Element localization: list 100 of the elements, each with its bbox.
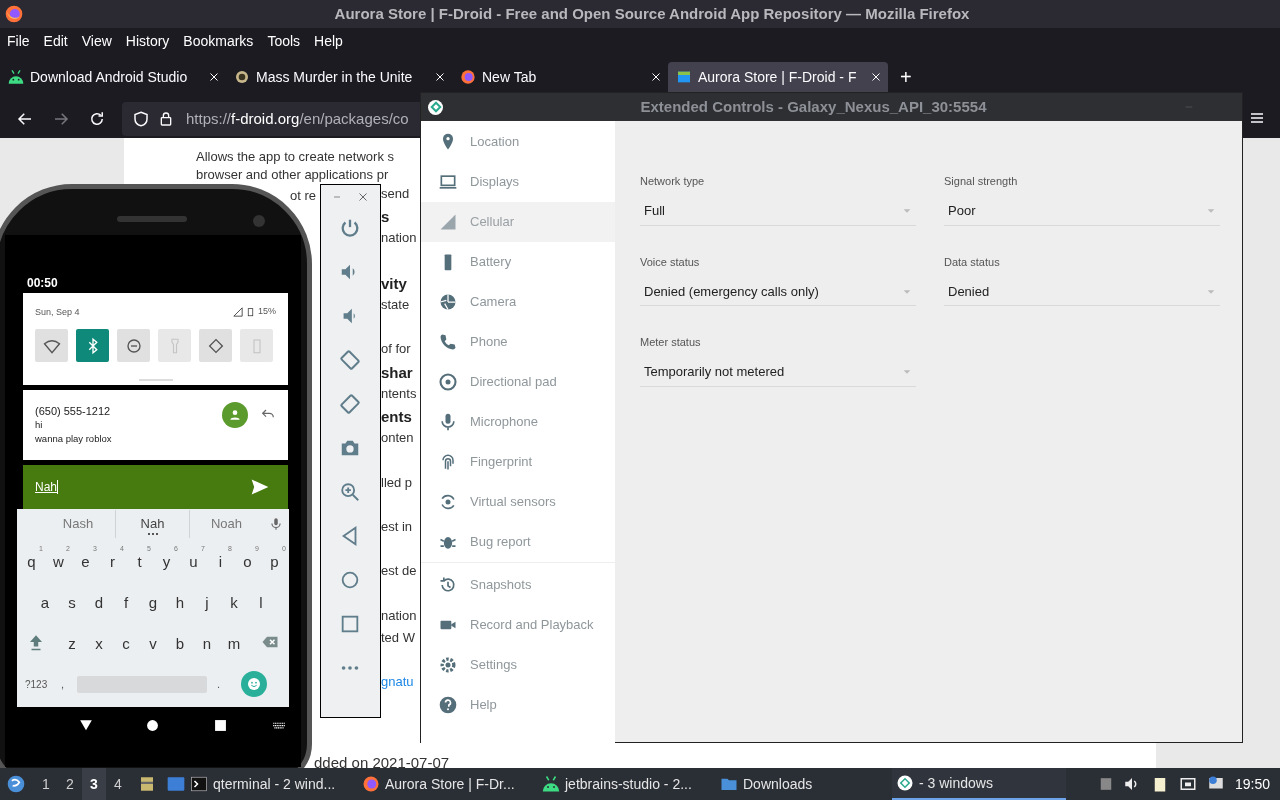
rotate-left-icon[interactable] [339, 349, 361, 371]
dropdown-field[interactable]: Denied [944, 278, 1220, 306]
text-fragment: send [381, 186, 410, 202]
menu-icon[interactable] [1249, 110, 1265, 126]
dropdown-field[interactable]: Denied (emergency calls only) [640, 278, 916, 306]
emoji-button[interactable] [241, 671, 267, 697]
dropdown-field[interactable]: Temporarily not metered [640, 358, 916, 387]
taskbar-button[interactable]: jetbrains-studio - 2... [538, 768, 716, 800]
rotate-right-icon[interactable] [339, 393, 361, 415]
taskbar-button[interactable]: Downloads [716, 768, 886, 800]
rotate-icon [206, 336, 225, 355]
quick-tile[interactable] [76, 329, 109, 362]
text-fragment: ted W [381, 630, 415, 646]
reply-field[interactable]: Nah [23, 465, 288, 509]
microphone-icon [438, 412, 458, 432]
taskbar-button[interactable]: Aurora Store | F-Dr... [358, 768, 538, 800]
date-label: Sun, Sep 4 [35, 306, 80, 319]
signal-icon [233, 306, 243, 317]
close-icon[interactable] [434, 71, 446, 83]
file-manager-icon[interactable] [138, 775, 156, 793]
gear-icon [438, 655, 458, 675]
browser-tab[interactable]: Mass Murder in the Unite [226, 62, 452, 92]
browser-logo-icon [460, 69, 476, 85]
new-tab-button[interactable]: + [900, 62, 912, 92]
android-icon [542, 775, 560, 793]
keyboard-key[interactable]: x [85, 624, 113, 659]
menu-item[interactable]: Help [314, 30, 343, 52]
address-bar[interactable]: https://f-droid.org/en/packages/co [122, 102, 422, 136]
keyboard-key[interactable]: s [58, 583, 86, 618]
symbols-key[interactable]: ?123 [25, 676, 55, 692]
overview-icon[interactable] [214, 718, 227, 732]
quick-tile[interactable] [35, 329, 68, 362]
added-date: dded on 2021-07-07 [314, 753, 450, 768]
comma-key[interactable]: , [61, 675, 77, 693]
keyboard-key[interactable]: k [220, 583, 248, 618]
workspace-button[interactable]: 4 [106, 768, 130, 800]
browser-tab[interactable]: Aurora Store | F-Droid - F [668, 62, 888, 92]
text-fragment: lled p [381, 474, 413, 491]
close-icon[interactable] [650, 71, 662, 83]
taskbar-button[interactable]: qterminal - 2 wind... [186, 768, 358, 800]
workspace-button[interactable]: 1 [34, 768, 58, 800]
back-icon[interactable] [16, 110, 34, 128]
keyboard-key[interactable]: a [31, 583, 59, 618]
text-fragment: ot re [290, 188, 316, 204]
power-icon[interactable] [339, 217, 361, 239]
send-icon[interactable] [250, 477, 270, 497]
quick-tile[interactable] [199, 329, 232, 362]
keyboard-key[interactable]: c [112, 624, 140, 659]
keyboard-key[interactable]: l [247, 583, 275, 618]
workspace-button[interactable]: 2 [58, 768, 82, 800]
keyboard-key[interactable]: n [193, 624, 221, 659]
workspace-button[interactable]: 3 [82, 768, 106, 800]
keyboard-key[interactable]: v [139, 624, 167, 659]
keyboard-key[interactable]: m [220, 624, 248, 659]
back-icon[interactable] [79, 718, 93, 732]
browser-logo-icon [362, 775, 380, 793]
menu-item[interactable]: Edit [43, 30, 68, 52]
home-icon[interactable] [146, 718, 159, 732]
period-key[interactable]: . [217, 675, 233, 693]
menu-item[interactable]: Tools [267, 30, 301, 52]
dropdown-field[interactable]: Poor [944, 197, 1220, 226]
reload-icon[interactable] [88, 110, 106, 128]
word-suggestion[interactable]: Noah [189, 510, 263, 538]
menu-item[interactable]: View [81, 30, 112, 52]
quick-tile[interactable] [117, 329, 150, 362]
zoom-icon[interactable] [339, 481, 361, 503]
text-fragment: est de [381, 563, 417, 580]
close-icon[interactable] [870, 71, 882, 83]
network-icon[interactable] [1178, 775, 1197, 793]
keyboard-key[interactable]: z [58, 624, 86, 659]
dropdown-field[interactable]: Full [640, 197, 916, 226]
keyboard-key[interactable]: h [166, 583, 194, 618]
menu-item[interactable]: File [7, 30, 30, 52]
start-menu-icon[interactable] [6, 774, 26, 794]
word-suggestion[interactable]: Nash [41, 510, 115, 538]
person-icon [228, 408, 242, 422]
keyboard-key[interactable]: g [139, 583, 167, 618]
desktop-icon[interactable] [166, 774, 186, 794]
reply-text: Nah [35, 479, 57, 496]
message-text: wanna play roblox [35, 432, 112, 446]
drag-handle[interactable] [139, 379, 173, 381]
keyboard-key[interactable]: b [166, 624, 194, 659]
url-text: https://f-droid.org/en/packages/co [186, 108, 409, 129]
menu-item[interactable]: History [125, 30, 170, 52]
taskbar-button[interactable]: - 3 windows [892, 768, 1066, 800]
keyboard-key[interactable]: j [193, 583, 221, 618]
browser-tab[interactable]: New Tab [452, 62, 668, 92]
menu-item[interactable]: Bookmarks [183, 30, 254, 52]
close-icon[interactable] [208, 71, 220, 83]
signature-link[interactable]: gnatu [381, 674, 414, 691]
microphone-icon[interactable] [269, 517, 283, 531]
dpad-icon [438, 372, 458, 392]
keyboard-key[interactable]: d [85, 583, 113, 618]
word-suggestion[interactable]: Nah [115, 510, 189, 538]
monitor-icon [438, 172, 458, 192]
browser-tab[interactable]: Download Android Studio [0, 62, 226, 92]
status-time: 00:50 [27, 275, 58, 292]
app-logo-icon [896, 774, 914, 792]
keyboard-key[interactable]: f [112, 583, 140, 618]
forward-icon[interactable] [52, 110, 70, 128]
